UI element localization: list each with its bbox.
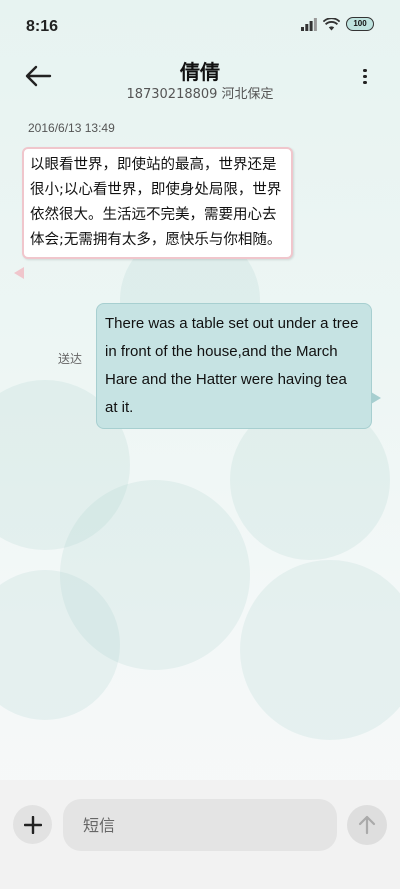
delivery-status: 送达	[58, 352, 83, 366]
battery-icon: 100	[346, 17, 374, 31]
status-bar: 8:16 100	[0, 0, 400, 56]
contact-name: 倩倩	[180, 60, 220, 84]
attach-button[interactable]	[13, 805, 52, 844]
message-timestamp: 2016/6/13 13:49	[28, 121, 115, 135]
more-options-button[interactable]	[360, 66, 370, 90]
outgoing-message-bubble[interactable]: There was a table set out under a tree i…	[96, 303, 381, 429]
wifi-icon	[323, 17, 340, 30]
plus-icon	[23, 815, 42, 834]
send-arrow-icon	[358, 815, 376, 835]
send-button[interactable]	[347, 805, 387, 845]
composer-bar	[0, 780, 400, 889]
conversation-header: 倩倩 18730218809 河北保定	[0, 56, 400, 106]
message-input[interactable]	[63, 799, 337, 851]
signal-icon	[301, 17, 317, 31]
more-vertical-icon	[360, 68, 370, 84]
status-icons: 100	[301, 17, 374, 31]
contact-detail: 18730218809 河北保定	[126, 87, 274, 102]
incoming-message-bubble[interactable]: 以眼看世界，即使站的最高，世界还是很小;以心看世界，即使身处局限，世界依然很大。…	[14, 147, 293, 279]
clock: 8:16	[26, 18, 59, 35]
